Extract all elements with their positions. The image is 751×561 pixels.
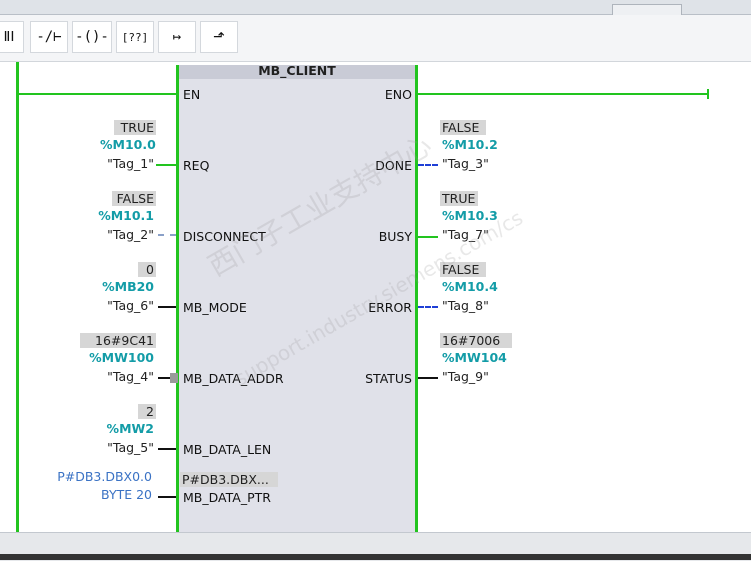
no-contact-button[interactable]: ⅡⅠ [0,21,24,53]
mb-data-len-monitor-value: 2 [138,404,156,419]
open-branch-button[interactable]: ↦ [158,21,196,53]
function-block-body[interactable] [178,65,416,533]
error-monitor-value: FALSE [440,262,486,277]
status-monitor-value: 16#7006 [440,333,512,348]
mb-mode-monitor-value: 0 [138,262,156,277]
ladder-toolbar: ⅡⅠ -/⊢ -()- [??] ↦ ⬏ [0,15,751,62]
mb-data-ptr-parameter-line2[interactable]: BYTE 20 [40,487,152,502]
pin-disconnect[interactable]: DISCONNECT [183,229,266,244]
mb-mode-wire [158,306,176,308]
close-branch-icon: ⬏ [213,29,225,45]
mb-data-len-wire [158,448,176,450]
status-wire [418,377,438,379]
pin-done[interactable]: DONE [330,158,412,173]
wire-connector-marker [170,373,178,383]
error-address: %M10.4 [442,279,498,294]
busy-monitor-value: TRUE [440,191,478,206]
mb-data-len-address: %MW2 [106,421,154,436]
mb-data-addr-wire [158,377,170,379]
req-address: %M10.0 [100,137,156,152]
busy-address: %M10.3 [442,208,498,223]
mb-data-ptr-parameter-line1[interactable]: P#DB3.DBX0.0 [40,469,152,484]
block-left-edge [176,65,179,533]
pin-mb-data-ptr[interactable]: MB_DATA_PTR [183,490,271,505]
done-wire [418,164,438,166]
req-monitor-value: TRUE [114,120,156,135]
mb-data-addr-monitor-value: 16#9C41 [80,333,156,348]
en-power-wire [18,93,178,95]
req-wire [156,164,176,166]
mb-data-addr-tag[interactable]: "Tag_4" [80,369,154,384]
done-address: %M10.2 [442,137,498,152]
pin-mb-data-len[interactable]: MB_DATA_LEN [183,442,271,457]
disconnect-wire [158,234,176,236]
busy-tag[interactable]: "Tag_7" [442,227,489,242]
block-right-edge [415,65,418,533]
mb-data-ptr-monitor-value: P#DB3.DBX... [180,472,278,487]
function-block-title: MB_CLIENT [258,63,336,78]
pin-mb-data-addr[interactable]: MB_DATA_ADDR [183,371,284,386]
normally-open-contact-icon: ⅡⅠ [3,29,15,45]
coil-button[interactable]: -()- [72,21,112,53]
req-tag[interactable]: "Tag_1" [100,156,154,171]
mb-mode-address: %MB20 [102,279,154,294]
empty-box-button[interactable]: [??] [116,21,154,53]
disconnect-monitor-value: FALSE [112,191,156,206]
normally-closed-contact-icon: -/⊢ [36,29,62,45]
mb-data-addr-address: %MW100 [89,350,154,365]
busy-wire [418,236,438,238]
coil-icon: -()- [75,29,109,45]
pin-status[interactable]: STATUS [330,371,412,386]
eno-power-wire [417,93,709,95]
empty-box-icon: [??] [121,30,149,44]
right-wire-end [707,89,709,99]
error-tag[interactable]: "Tag_8" [442,298,489,313]
disconnect-address: %M10.1 [98,208,154,223]
close-branch-button[interactable]: ⬏ [200,21,238,53]
pin-error[interactable]: ERROR [330,300,412,315]
done-tag[interactable]: "Tag_3" [442,156,489,171]
status-address: %MW104 [442,350,507,365]
left-power-rail [16,62,19,532]
bottom-edge [0,554,751,560]
done-monitor-value: FALSE [440,120,486,135]
pin-mb-mode[interactable]: MB_MODE [183,300,247,315]
mb-data-len-tag[interactable]: "Tag_5" [96,440,154,455]
pin-busy[interactable]: BUSY [330,229,412,244]
status-tag[interactable]: "Tag_9" [442,369,489,384]
open-branch-icon: ↦ [172,29,182,45]
error-wire [418,306,438,308]
disconnect-tag[interactable]: "Tag_2" [96,227,154,242]
pin-en[interactable]: EN [183,87,200,102]
pin-req[interactable]: REQ [183,158,209,173]
mb-data-ptr-wire [158,496,176,498]
mb-mode-tag[interactable]: "Tag_6" [96,298,154,313]
pin-eno[interactable]: ENO [360,87,412,102]
nc-contact-button[interactable]: -/⊢ [30,21,68,53]
